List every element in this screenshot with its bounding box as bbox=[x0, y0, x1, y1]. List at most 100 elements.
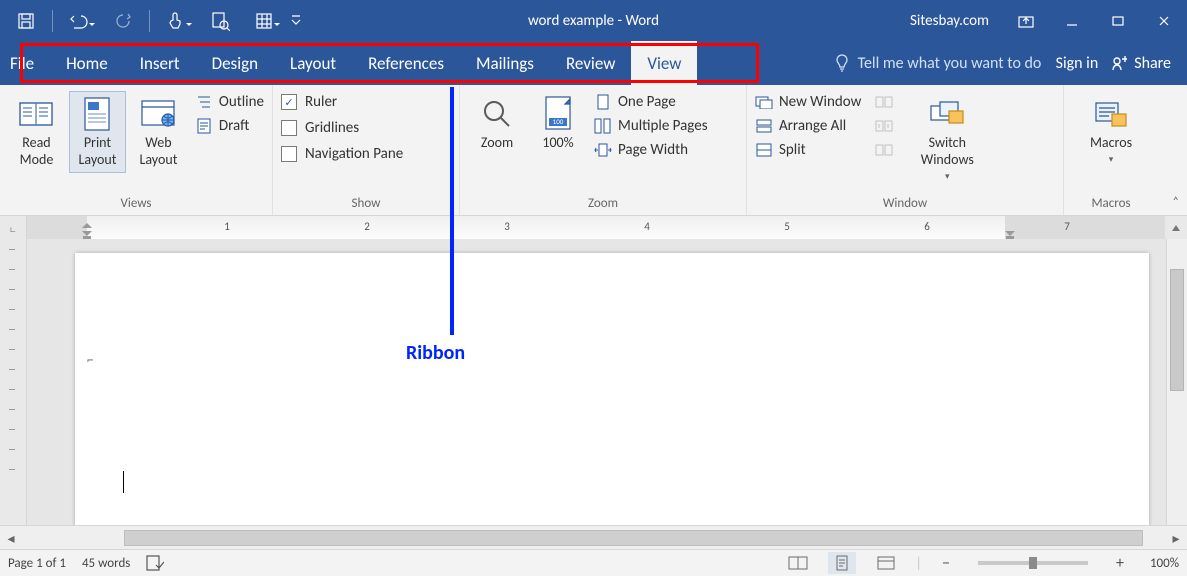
tab-home[interactable]: Home bbox=[50, 41, 124, 85]
right-indent-icon[interactable] bbox=[1005, 231, 1015, 239]
split-button[interactable]: Split bbox=[755, 141, 861, 159]
sync-scroll-icon bbox=[875, 117, 893, 135]
vertical-ruler[interactable] bbox=[0, 239, 27, 526]
share-button[interactable]: Share bbox=[1110, 54, 1187, 73]
touch-mouse-mode-icon[interactable] bbox=[154, 1, 198, 41]
minimize-icon[interactable] bbox=[1049, 1, 1095, 41]
switch-windows-icon bbox=[929, 96, 965, 132]
group-window-label: Window bbox=[755, 194, 1055, 215]
page-width-button[interactable]: Page Width bbox=[594, 141, 708, 159]
first-line-indent-icon[interactable] bbox=[82, 218, 92, 228]
vertical-scrollbar[interactable] bbox=[1166, 239, 1187, 526]
tab-insert[interactable]: Insert bbox=[124, 41, 196, 85]
scroll-left-icon[interactable]: ◂ bbox=[0, 526, 22, 550]
tab-layout[interactable]: Layout bbox=[274, 41, 352, 85]
hundred-percent-label: 100% bbox=[542, 134, 573, 151]
navigation-pane-label: Navigation Pane bbox=[305, 145, 403, 163]
document-page[interactable]: ⌐ bbox=[75, 253, 1149, 526]
ruler-label: Ruler bbox=[305, 93, 337, 111]
save-icon[interactable] bbox=[4, 1, 48, 41]
side-by-side-icon bbox=[875, 93, 893, 111]
share-label: Share bbox=[1134, 54, 1171, 73]
quick-access-toolbar bbox=[0, 1, 306, 41]
table-quick-icon[interactable] bbox=[242, 1, 286, 41]
tab-review[interactable]: Review bbox=[550, 41, 631, 85]
arrange-all-label: Arrange All bbox=[779, 117, 846, 135]
draft-button[interactable]: Draft bbox=[195, 117, 264, 135]
arrange-all-button[interactable]: Arrange All bbox=[755, 117, 861, 135]
hundred-percent-button[interactable]: 100 100% bbox=[530, 91, 586, 156]
group-views-label: Views bbox=[8, 194, 264, 215]
scroll-thumb[interactable] bbox=[1170, 269, 1184, 391]
web-layout-view-icon[interactable] bbox=[872, 552, 900, 574]
sign-in-link[interactable]: Sign in bbox=[1056, 54, 1099, 73]
horizontal-ruler[interactable]: 1 2 3 4 5 6 7 bbox=[27, 216, 1165, 240]
tab-selector[interactable]: ∟ bbox=[0, 216, 27, 240]
tab-file[interactable]: File bbox=[0, 41, 50, 85]
tab-view[interactable]: View bbox=[631, 41, 697, 85]
outline-button[interactable]: Outline bbox=[195, 93, 264, 111]
read-mode-label: Read Mode bbox=[20, 134, 54, 168]
read-mode-button[interactable]: Read Mode bbox=[8, 91, 65, 173]
group-show: ✓Ruler Gridlines Navigation Pane Show bbox=[273, 85, 460, 215]
word-count[interactable]: 45 words bbox=[82, 556, 130, 571]
group-zoom: Zoom 100 100% One Page Multiple Pages Pa… bbox=[460, 85, 747, 215]
margin-corner-icon: ⌐ bbox=[87, 353, 93, 368]
scroll-track[interactable] bbox=[24, 530, 1163, 546]
print-layout-view-icon[interactable] bbox=[828, 552, 856, 574]
outline-label: Outline bbox=[219, 93, 264, 111]
horizontal-scrollbar[interactable]: ◂ ▸ bbox=[0, 525, 1187, 550]
group-window: New Window Arrange All Split Switch Wind… bbox=[747, 85, 1064, 215]
undo-icon[interactable] bbox=[57, 1, 101, 41]
ruler-number: 6 bbox=[924, 220, 930, 233]
scroll-right-icon[interactable]: ▸ bbox=[1165, 526, 1187, 550]
read-mode-view-icon[interactable] bbox=[784, 552, 812, 574]
multiple-pages-button[interactable]: Multiple Pages bbox=[594, 117, 708, 135]
hanging-indent-icon[interactable] bbox=[82, 231, 92, 239]
chevron-down-icon: ▾ bbox=[945, 168, 950, 185]
page-viewport[interactable]: ⌐ bbox=[27, 239, 1166, 526]
switch-windows-label: Switch Windows bbox=[921, 134, 974, 168]
zoom-slider-knob[interactable] bbox=[1029, 557, 1037, 569]
zoom-level[interactable]: 100% bbox=[1150, 556, 1179, 571]
tab-references[interactable]: References bbox=[352, 41, 460, 85]
ribbon-tabs: File Home Insert Design Layout Reference… bbox=[0, 41, 1187, 85]
gridlines-checkbox[interactable]: Gridlines bbox=[281, 119, 403, 137]
web-layout-button[interactable]: Web Layout bbox=[130, 91, 187, 173]
print-layout-button[interactable]: Print Layout bbox=[69, 91, 126, 173]
close-icon[interactable] bbox=[1141, 1, 1187, 41]
new-window-button[interactable]: New Window bbox=[755, 93, 861, 111]
collapse-ribbon-icon[interactable]: ˄ bbox=[1173, 195, 1179, 209]
draft-label: Draft bbox=[219, 117, 249, 135]
sync-scrolling-button bbox=[875, 117, 893, 135]
branding-text: Sitesbay.com bbox=[910, 12, 989, 30]
view-side-by-side-button bbox=[875, 93, 893, 111]
scroll-up-icon[interactable] bbox=[1165, 216, 1187, 240]
annotation-line bbox=[450, 87, 454, 335]
ruler-checkbox[interactable]: ✓Ruler bbox=[281, 93, 403, 111]
zoom-icon bbox=[479, 96, 515, 132]
zoom-in-icon[interactable]: + bbox=[1112, 554, 1128, 573]
tell-me-search[interactable]: Tell me what you want to do bbox=[834, 54, 1044, 73]
tab-mailings[interactable]: Mailings bbox=[460, 41, 550, 85]
zoom-button[interactable]: Zoom bbox=[468, 91, 526, 156]
status-bar: Page 1 of 1 45 words │ − + 100% bbox=[0, 549, 1187, 576]
tab-design[interactable]: Design bbox=[196, 41, 274, 85]
zoom-out-icon[interactable]: − bbox=[938, 554, 954, 573]
navigation-pane-checkbox[interactable]: Navigation Pane bbox=[281, 145, 403, 163]
one-page-button[interactable]: One Page bbox=[594, 93, 708, 111]
ribbon-display-options-icon[interactable] bbox=[1003, 1, 1049, 41]
print-preview-icon[interactable] bbox=[198, 1, 242, 41]
maximize-icon[interactable] bbox=[1095, 1, 1141, 41]
macros-button[interactable]: Macros ▾ bbox=[1076, 91, 1146, 173]
ruler-number: 5 bbox=[784, 220, 790, 233]
reset-window-button bbox=[875, 141, 893, 159]
zoom-slider[interactable] bbox=[978, 561, 1088, 565]
page-status[interactable]: Page 1 of 1 bbox=[8, 556, 66, 571]
ribbon: Read Mode Print Layout Web Layout Outlin… bbox=[0, 85, 1187, 216]
switch-windows-button[interactable]: Switch Windows ▾ bbox=[905, 91, 989, 190]
qat-customize-icon[interactable] bbox=[286, 1, 306, 41]
spell-check-icon[interactable] bbox=[146, 555, 164, 571]
scroll-thumb[interactable] bbox=[124, 530, 1143, 546]
redo-icon[interactable] bbox=[101, 1, 145, 41]
